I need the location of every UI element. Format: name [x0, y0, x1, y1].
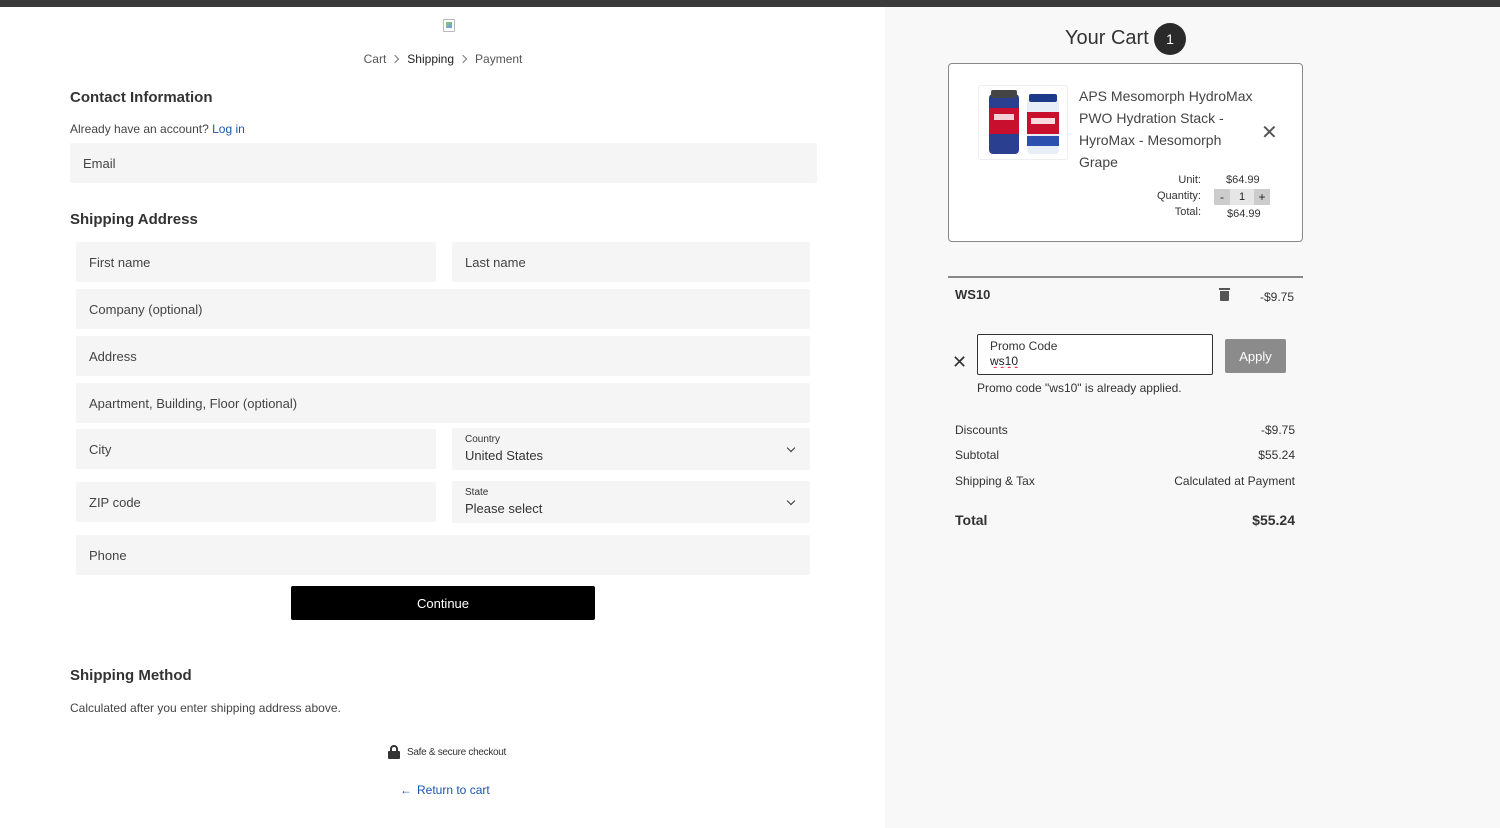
cart-title: Your Cart	[1065, 27, 1149, 49]
trash-icon[interactable]	[1219, 288, 1230, 301]
promo-code-input[interactable]	[990, 354, 1200, 368]
arrow-left-icon: ←	[400, 783, 412, 797]
first-name-field[interactable]	[76, 242, 436, 282]
first-name-field-wrapper	[76, 242, 436, 282]
state-label: State	[465, 487, 489, 498]
promo-code-label: Promo Code	[990, 339, 1058, 353]
cart-item: APS Mesomorph HydroMax PWO Hydration Sta…	[948, 63, 1303, 242]
cart-count-badge: 1	[1154, 23, 1186, 55]
grand-total-value: $55.24	[1252, 512, 1295, 528]
country-select[interactable]: Country United States	[452, 428, 810, 470]
remove-item-icon[interactable]: ✕	[1261, 120, 1278, 145]
last-name-field[interactable]	[452, 242, 810, 282]
product-image	[978, 85, 1068, 160]
secure-checkout-text: Safe & secure checkout	[407, 746, 507, 758]
zip-field-wrapper	[76, 482, 436, 522]
company-field[interactable]	[76, 289, 810, 329]
address-field[interactable]	[76, 336, 810, 376]
shipping-method-note: Calculated after you enter shipping addr…	[70, 701, 341, 715]
discounts-row: Discounts -$9.75	[955, 423, 1295, 437]
city-field[interactable]	[76, 429, 436, 469]
email-field-wrapper	[70, 143, 817, 183]
subtotal-row: Subtotal $55.24	[955, 448, 1295, 462]
company-field-wrapper	[76, 289, 810, 329]
quantity-stepper: - 1 +	[1214, 189, 1270, 205]
secure-checkout-badge: Safe & secure checkout	[388, 745, 506, 759]
apartment-field[interactable]	[76, 383, 810, 423]
quantity-decrease-button[interactable]: -	[1214, 189, 1230, 205]
applied-promo-code: WS10	[955, 287, 991, 302]
state-select[interactable]: State Please select	[452, 481, 810, 523]
account-prompt-text: Already have an account?	[70, 122, 209, 136]
chevron-right-icon	[458, 54, 468, 64]
promo-code-box: Promo Code	[977, 334, 1213, 375]
grand-total-label: Total	[955, 512, 988, 528]
chevron-down-icon	[786, 443, 796, 453]
country-value: United States	[465, 448, 544, 463]
promo-message: Promo code "ws10" is already applied.	[977, 381, 1182, 395]
subtotal-value: $55.24	[1258, 448, 1295, 462]
state-value: Please select	[465, 501, 543, 516]
shipping-method-title: Shipping Method	[70, 667, 192, 684]
shipping-tax-value: Calculated at Payment	[1174, 474, 1295, 488]
breadcrumb-payment: Payment	[475, 52, 523, 66]
unit-label: Unit:	[1178, 174, 1201, 186]
phone-field-wrapper	[76, 535, 810, 575]
shipping-address-title: Shipping Address	[70, 211, 198, 228]
discounts-value: -$9.75	[1260, 423, 1295, 437]
city-field-wrapper	[76, 429, 436, 469]
close-icon[interactable]: ✕	[952, 352, 967, 373]
contact-information-title: Contact Information	[70, 89, 213, 106]
continue-button[interactable]: Continue	[291, 586, 595, 620]
quantity-increase-button[interactable]: +	[1254, 189, 1270, 205]
apartment-field-wrapper	[76, 383, 810, 423]
return-to-cart-link[interactable]: ← Return to cart	[400, 783, 490, 797]
quantity-value[interactable]: 1	[1230, 189, 1254, 205]
product-name[interactable]: APS Mesomorph HydroMax PWO Hydration Sta…	[1079, 85, 1259, 173]
item-total-price: $64.99	[1227, 208, 1261, 220]
subtotal-label: Subtotal	[955, 448, 1000, 462]
breadcrumb-cart[interactable]: Cart	[364, 52, 387, 66]
shipping-tax-row: Shipping & Tax Calculated at Payment	[955, 474, 1295, 488]
login-link[interactable]: Log in	[212, 122, 245, 136]
divider	[948, 276, 1303, 278]
unit-price: $64.99	[1226, 174, 1260, 186]
breadcrumb: Cart Shipping Payment	[0, 52, 886, 66]
zip-code-field[interactable]	[76, 482, 436, 522]
store-logo-image[interactable]	[443, 19, 455, 32]
email-field[interactable]	[70, 143, 817, 183]
breadcrumb-shipping: Shipping	[407, 52, 455, 66]
quantity-label: Quantity:	[1156, 190, 1201, 202]
applied-promo-amount: -$9.75	[1260, 290, 1295, 304]
discounts-label: Discounts	[955, 423, 1008, 437]
lock-icon	[388, 745, 400, 759]
address-field-wrapper	[76, 336, 810, 376]
shipping-tax-label: Shipping & Tax	[955, 474, 1035, 488]
last-name-field-wrapper	[452, 242, 810, 282]
item-total-label: Total:	[1174, 206, 1201, 218]
chevron-down-icon	[786, 496, 796, 506]
phone-field[interactable]	[76, 535, 810, 575]
account-prompt: Already have an account? Log in	[70, 122, 245, 136]
top-bar	[0, 0, 1500, 7]
chevron-right-icon	[391, 54, 400, 64]
country-label: Country	[465, 434, 501, 445]
apply-button[interactable]: Apply	[1225, 339, 1286, 373]
grand-total-row: Total $55.24	[955, 512, 1295, 528]
return-to-cart-label: Return to cart	[417, 783, 490, 797]
